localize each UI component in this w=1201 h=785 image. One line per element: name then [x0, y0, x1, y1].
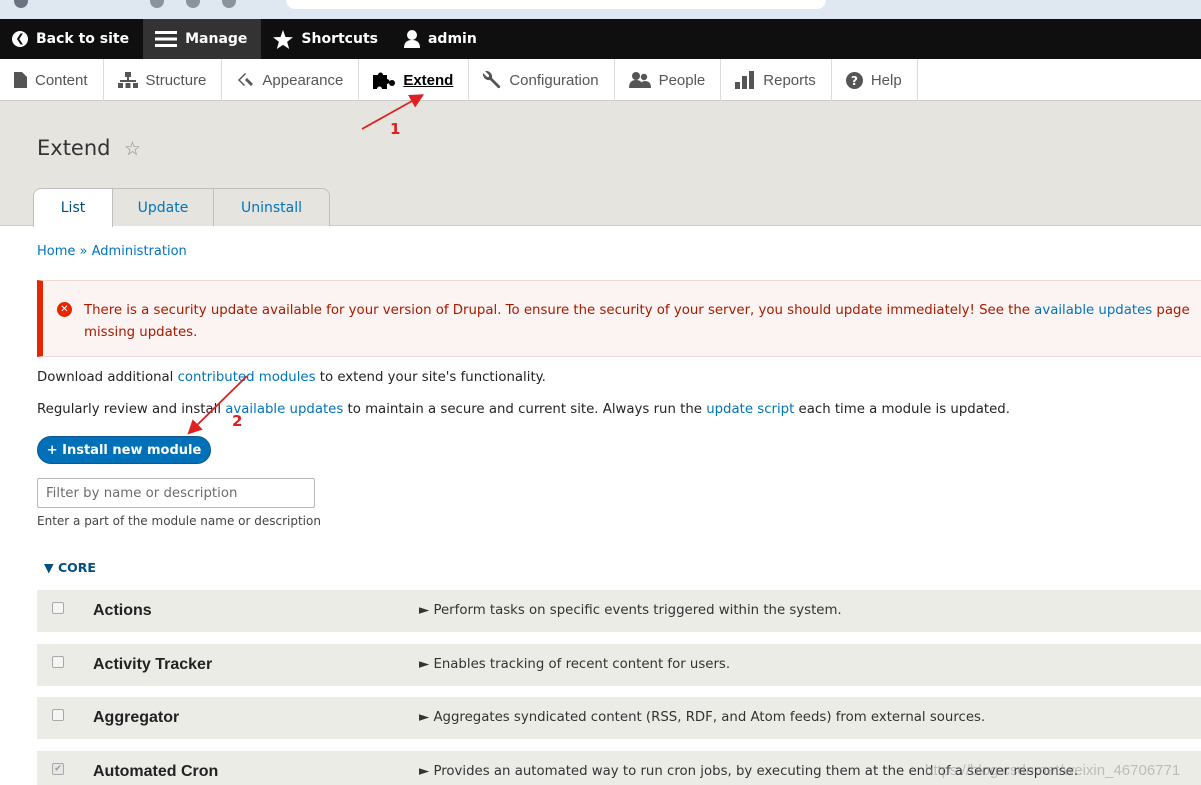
browser-dot-icon [14, 0, 28, 8]
menu-appearance[interactable]: Appearance [222, 59, 360, 101]
back-to-site-label: Back to site [36, 31, 130, 47]
menu-configuration[interactable]: Configuration [469, 59, 615, 101]
breadcrumb: Home » Administration [37, 244, 187, 259]
manage-button[interactable]: Manage [143, 19, 262, 59]
arrow-left-icon: ❮ [12, 31, 28, 47]
menu-help-label: Help [870, 71, 902, 89]
people-icon [628, 72, 651, 88]
intro-text: each time a module is updated. [794, 402, 1010, 417]
module-name: Aggregator [93, 709, 180, 726]
puzzle-icon [373, 71, 396, 89]
browser-dot-icon [186, 0, 200, 8]
error-icon: ✕ [57, 302, 72, 317]
menu-help[interactable]: ? Help [832, 59, 918, 101]
menu-structure-label: Structure [145, 71, 207, 89]
breadcrumb-separator: » [79, 244, 88, 259]
intro-paragraph-contributed: Download additional contributed modules … [37, 370, 546, 385]
menu-appearance-label: Appearance [262, 71, 344, 89]
sitemap-icon [117, 72, 138, 88]
intro-text: Regularly review and install [37, 402, 226, 417]
user-button[interactable]: admin [392, 19, 491, 59]
tab-uninstall[interactable]: Uninstall [214, 188, 330, 226]
intro-paragraph-updates: Regularly review and install available u… [37, 402, 1010, 417]
core-section-toggle[interactable]: ▼ CORE [44, 560, 96, 575]
module-checkbox[interactable] [52, 709, 64, 721]
module-description[interactable]: ► Perform tasks on specific events trigg… [419, 603, 842, 618]
module-row: Aggregator ► Aggregates syndicated conte… [37, 697, 1201, 739]
module-description[interactable]: ► Aggregates syndicated content (RSS, RD… [419, 710, 985, 725]
user-icon [403, 30, 420, 48]
tab-update[interactable]: Update [113, 188, 214, 226]
available-updates-link-2[interactable]: available updates [225, 402, 343, 417]
intro-text: to extend your site's functionality. [315, 370, 546, 385]
intro-text: to maintain a secure and current site. A… [343, 402, 707, 417]
contributed-modules-link[interactable]: contributed modules [178, 370, 316, 385]
browser-chrome [0, 0, 1201, 19]
shortcuts-label: Shortcuts [301, 31, 378, 47]
install-new-module-button[interactable]: + Install new module [37, 436, 211, 464]
module-name: Activity Tracker [93, 656, 213, 673]
alert-message: There is a security update available for… [84, 300, 1201, 344]
filter-input[interactable] [37, 478, 315, 508]
star-icon [273, 29, 294, 49]
manage-label: Manage [185, 31, 248, 47]
browser-dot-icon [222, 0, 236, 8]
breadcrumb-home[interactable]: Home [37, 244, 75, 259]
user-label: admin [427, 31, 477, 47]
intro-text: Download additional [37, 370, 178, 385]
menu-people-label: People [658, 71, 706, 89]
shortcuts-button[interactable]: Shortcuts [261, 19, 392, 59]
svg-text:?: ? [851, 74, 858, 88]
alert-text-line2: missing updates. [84, 325, 198, 340]
page-header: Extend ☆ List Update Uninstall [0, 101, 1201, 227]
page-title: Extend [37, 136, 111, 160]
admin-menu: Content Structure Appearance Extend Conf… [0, 59, 1201, 101]
help-icon: ? [845, 71, 863, 89]
tab-list[interactable]: List [33, 188, 113, 227]
browser-dot-icon [150, 0, 164, 8]
module-checkbox-checked[interactable]: ✔ [52, 763, 64, 775]
admin-toolbar: ❮ Back to site Manage Shortcuts admin [0, 19, 1201, 59]
annotation-number-2: 2 [232, 412, 243, 430]
menu-extend[interactable]: Extend [359, 59, 470, 101]
primary-tabs: List Update Uninstall [33, 188, 330, 227]
menu-content-label: Content [35, 71, 88, 89]
module-checkbox[interactable] [52, 656, 64, 668]
paintbrush-icon [236, 72, 254, 88]
annotation-number-1: 1 [390, 120, 401, 138]
update-script-link[interactable]: update script [706, 402, 794, 417]
alert-text: There is a security update available for… [84, 303, 1035, 318]
menu-content[interactable]: Content [0, 59, 104, 101]
watermark: https://blog.csdn.net/weixin_46706771 [925, 762, 1181, 779]
alert-text-end: page [1152, 303, 1190, 318]
wrench-icon [483, 71, 501, 89]
security-alert: ✕ There is a security update available f… [37, 280, 1201, 357]
menu-configuration-label: Configuration [509, 71, 599, 89]
menu-reports[interactable]: Reports [721, 59, 832, 101]
filter-help-text: Enter a part of the module name or descr… [37, 514, 321, 528]
address-bar[interactable] [286, 0, 826, 9]
menu-extend-label: Extend [403, 71, 454, 89]
bar-chart-icon [735, 71, 755, 89]
breadcrumb-administration[interactable]: Administration [92, 244, 187, 259]
shortcut-star-icon[interactable]: ☆ [124, 138, 141, 160]
module-checkbox[interactable] [52, 602, 64, 614]
module-row: Activity Tracker ► Enables tracking of r… [37, 644, 1201, 686]
menu-people[interactable]: People [615, 59, 722, 101]
back-to-site-button[interactable]: ❮ Back to site [0, 19, 143, 59]
menu-reports-label: Reports [763, 71, 816, 89]
hamburger-icon [155, 31, 178, 47]
available-updates-link[interactable]: available updates [1034, 303, 1152, 318]
module-row: Actions ► Perform tasks on specific even… [37, 590, 1201, 632]
module-name: Automated Cron [93, 763, 219, 780]
menu-structure[interactable]: Structure [104, 59, 223, 101]
file-icon [14, 72, 27, 88]
module-name: Actions [93, 602, 152, 619]
module-description[interactable]: ► Enables tracking of recent content for… [419, 657, 730, 672]
